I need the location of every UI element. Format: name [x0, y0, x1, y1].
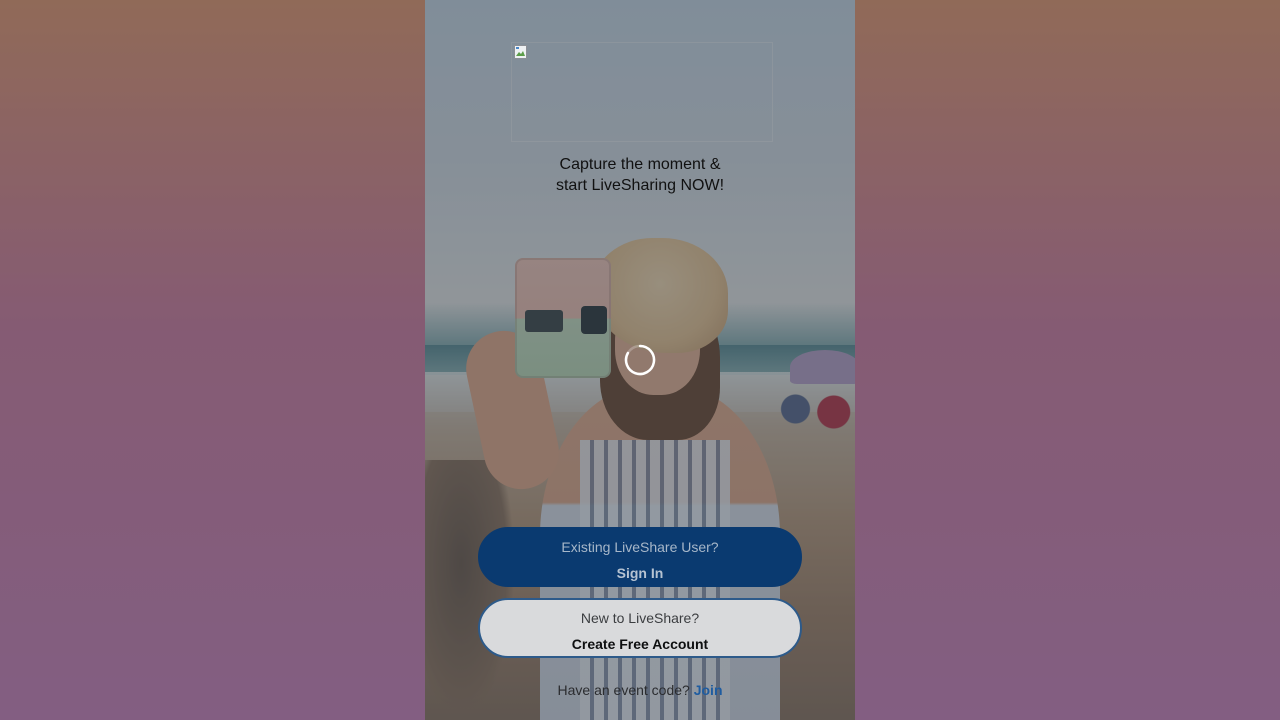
sign-in-prompt: Existing LiveShare User? [561, 539, 719, 555]
welcome-content: Capture the moment & start LiveSharing N… [425, 0, 855, 720]
app-screen: Capture the moment & start LiveSharing N… [425, 0, 855, 720]
app-logo [511, 42, 773, 142]
create-account-button[interactable]: New to LiveShare? Create Free Account [478, 598, 802, 658]
event-code-prompt: Have an event code? [557, 682, 690, 698]
tagline: Capture the moment & start LiveSharing N… [425, 154, 855, 196]
join-event-link[interactable]: Join [694, 682, 723, 698]
sign-in-label: Sign In [616, 565, 664, 581]
spinner-icon [624, 344, 656, 376]
tagline-line-1: Capture the moment & [559, 156, 721, 173]
broken-image-icon [514, 45, 527, 59]
event-code-row: Have an event code? Join [425, 681, 855, 699]
create-account-prompt: New to LiveShare? [580, 610, 700, 626]
sign-in-button[interactable]: Existing LiveShare User? Sign In [478, 527, 802, 587]
create-account-label: Create Free Account [571, 636, 709, 652]
tagline-line-2: start LiveSharing NOW! [555, 177, 725, 194]
